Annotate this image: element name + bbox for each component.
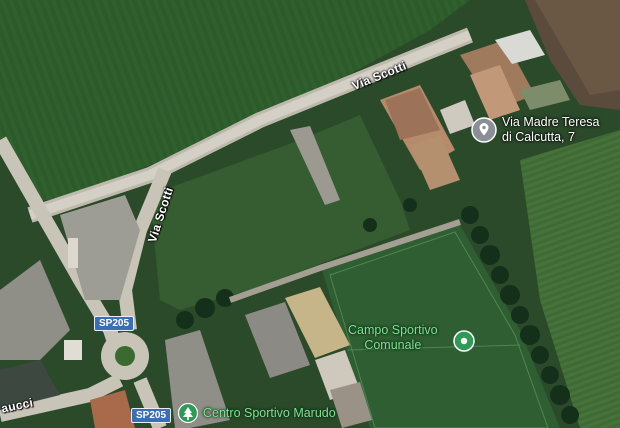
centro-sportivo-label[interactable]: Centro Sportivo Marudo	[203, 406, 336, 421]
route-shield-sp205-lower: SP205	[131, 408, 172, 423]
campo-line-2: Comunale	[364, 338, 422, 352]
satellite-imagery	[0, 0, 620, 428]
tree-icon[interactable]	[178, 403, 198, 423]
satellite-map[interactable]: Via Scotti Via Scotti aucci SP205 SP205 …	[0, 0, 620, 428]
location-pin-icon[interactable]	[471, 117, 497, 143]
address-label[interactable]: Via Madre Teresa di Calcutta, 7	[502, 115, 600, 145]
address-line-1: Via Madre Teresa	[502, 115, 600, 129]
green-poi-pin-icon[interactable]	[453, 330, 475, 352]
campo-sportivo-label[interactable]: Campo Sportivo Comunale	[348, 323, 438, 353]
address-line-2: di Calcutta, 7	[502, 130, 575, 144]
route-shield-sp205-upper: SP205	[94, 316, 135, 331]
campo-line-1: Campo Sportivo	[348, 323, 438, 337]
